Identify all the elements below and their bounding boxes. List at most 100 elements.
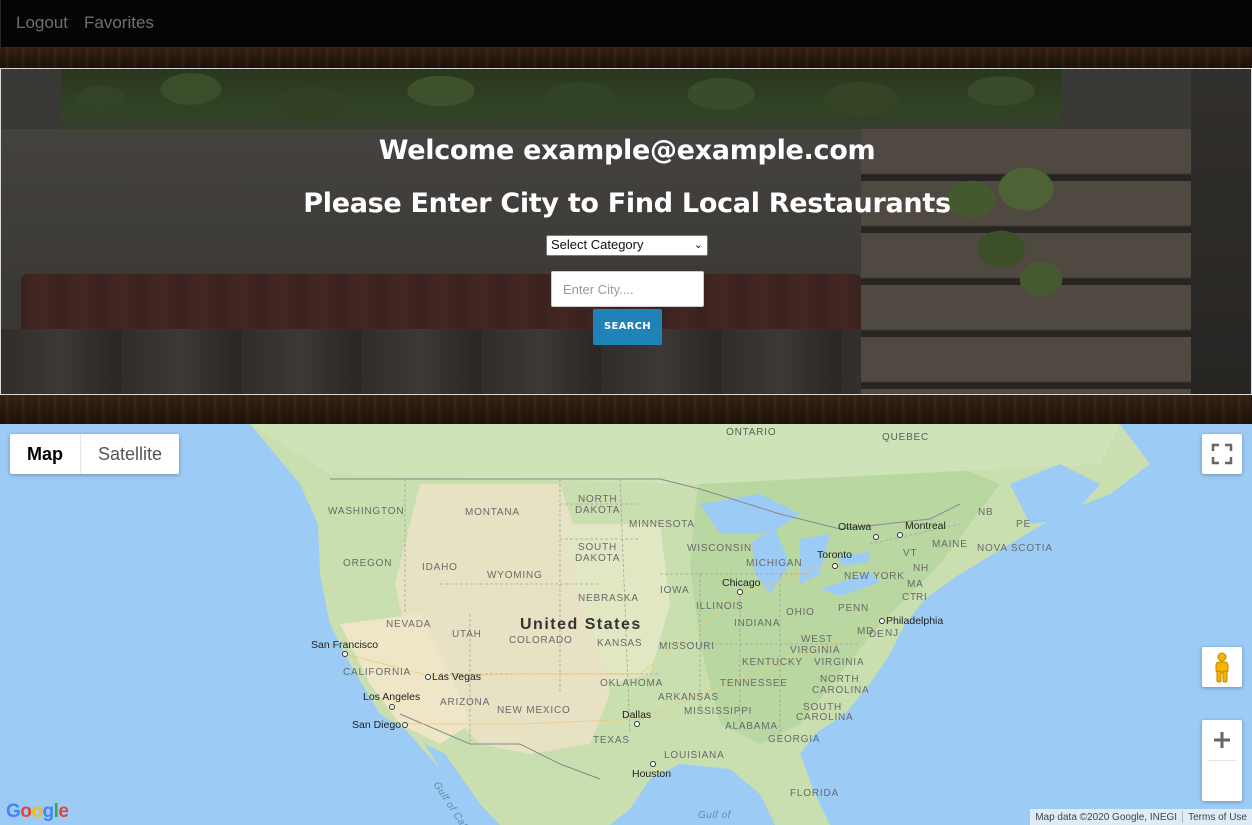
label-north-dakota-1: NORTH bbox=[578, 494, 618, 505]
label-new-hampshire: NH bbox=[913, 563, 930, 574]
logout-link[interactable]: Logout bbox=[16, 13, 68, 33]
map-type-control: Map Satellite bbox=[10, 434, 180, 474]
city-toronto: Toronto bbox=[817, 549, 853, 561]
label-south-dakota-2: DAKOTA bbox=[575, 553, 621, 564]
label-tennessee: TENNESSEE bbox=[720, 678, 788, 689]
label-ohio: OHIO bbox=[786, 607, 815, 618]
favorites-link[interactable]: Favorites bbox=[84, 13, 154, 33]
google-map[interactable]: ONTARIO QUEBEC WASHINGTON MONTANA NORTH … bbox=[0, 424, 1252, 825]
label-utah: UTAH bbox=[452, 629, 482, 640]
label-virginia: VIRGINIA bbox=[814, 657, 865, 668]
label-arizona: ARIZONA bbox=[440, 697, 491, 708]
search-prompt-heading: Please Enter City to Find Local Restaura… bbox=[303, 188, 951, 219]
label-mississippi: MISSISSIPPI bbox=[684, 706, 753, 717]
label-rhode-island: RI bbox=[916, 592, 928, 603]
label-north-dakota-2: DAKOTA bbox=[575, 505, 621, 516]
map-type-satellite-button[interactable]: Satellite bbox=[81, 434, 179, 474]
label-georgia: GEORGIA bbox=[768, 734, 821, 745]
city-marker-ottawa bbox=[873, 534, 879, 540]
city-ottawa: Ottawa bbox=[838, 521, 872, 533]
city-input[interactable]: Enter City.... bbox=[551, 271, 704, 307]
label-new-jersey: NJ bbox=[885, 628, 899, 639]
label-michigan: MICHIGAN bbox=[746, 558, 803, 569]
label-new-mexico: NEW MEXICO bbox=[497, 705, 571, 716]
search-button[interactable]: SEARCH bbox=[593, 309, 662, 345]
street-view-button[interactable] bbox=[1202, 647, 1242, 687]
city-chicago: Chicago bbox=[722, 577, 761, 589]
wood-divider-top bbox=[0, 47, 1252, 68]
label-texas: TEXAS bbox=[593, 735, 630, 746]
minus-icon bbox=[1214, 738, 1230, 742]
label-kentucky: KENTUCKY bbox=[742, 657, 803, 668]
label-nevada: NEVADA bbox=[386, 619, 432, 630]
city-houston: Houston bbox=[632, 768, 672, 780]
zoom-out-button[interactable] bbox=[1202, 738, 1242, 801]
label-new-york: NEW YORK bbox=[844, 571, 905, 582]
city-marker-houston bbox=[650, 761, 656, 767]
label-florida: FLORIDA bbox=[790, 788, 839, 799]
label-missouri: MISSOURI bbox=[659, 641, 715, 652]
label-united-states: United States bbox=[520, 616, 642, 633]
label-wyoming: WYOMING bbox=[487, 570, 543, 581]
city-marker-las-vegas bbox=[425, 674, 431, 680]
label-oklahoma: OKLAHOMA bbox=[600, 678, 664, 689]
label-north-carolina-2: CAROLINA bbox=[812, 685, 870, 696]
chevron-down-icon: ⌄ bbox=[693, 239, 703, 251]
label-alabama: ALABAMA bbox=[725, 721, 778, 732]
label-new-brunswick: NB bbox=[978, 507, 994, 518]
google-logo[interactable]: Google bbox=[6, 801, 69, 823]
city-los-angeles: Los Angeles bbox=[363, 691, 421, 703]
label-quebec: QUEBEC bbox=[882, 432, 930, 443]
label-nebraska: NEBRASKA bbox=[578, 593, 639, 604]
label-minnesota: MINNESOTA bbox=[629, 519, 695, 530]
city-las-vegas: Las Vegas bbox=[432, 671, 482, 683]
city-marker-los-angeles bbox=[389, 704, 395, 710]
fullscreen-icon bbox=[1211, 443, 1233, 465]
city-marker-toronto bbox=[832, 563, 838, 569]
city-marker-dallas bbox=[634, 721, 640, 727]
label-oregon: OREGON bbox=[343, 558, 393, 569]
city-marker-chicago bbox=[737, 589, 743, 595]
fullscreen-button[interactable] bbox=[1202, 434, 1242, 474]
zoom-control bbox=[1202, 720, 1242, 801]
hero-banner: Welcome example@example.com Please Enter… bbox=[0, 68, 1252, 395]
city-marker-san-francisco bbox=[342, 651, 348, 657]
label-ontario: ONTARIO bbox=[726, 427, 777, 438]
label-arkansas: ARKANSAS bbox=[658, 692, 719, 703]
city-san-francisco: San Francisco bbox=[311, 639, 379, 651]
category-select-value: Select Category bbox=[551, 237, 644, 252]
label-gulf-of-mexico: Gulf of bbox=[698, 810, 731, 821]
label-massachusetts: MA bbox=[907, 579, 924, 590]
label-west-virginia-2: VIRGINIA bbox=[790, 645, 841, 656]
label-south-dakota-1: SOUTH bbox=[578, 542, 617, 553]
label-wisconsin: WISCONSIN bbox=[687, 543, 752, 554]
wood-divider-bottom bbox=[0, 395, 1252, 424]
map-type-map-button[interactable]: Map bbox=[10, 434, 81, 474]
label-nova-scotia: NOVA SCOTIA bbox=[977, 543, 1053, 554]
label-illinois: ILLINOIS bbox=[696, 601, 744, 612]
city-marker-san-diego bbox=[402, 722, 408, 728]
label-pennsylvania: PENN bbox=[838, 603, 869, 614]
label-delaware: DE bbox=[869, 629, 885, 640]
city-montreal: Montreal bbox=[905, 520, 946, 532]
terms-of-use-link[interactable]: Terms of Use bbox=[1183, 812, 1252, 823]
welcome-heading: Welcome example@example.com bbox=[378, 135, 876, 166]
map-attribution: Map data ©2020 Google, INEGI Terms of Us… bbox=[1030, 809, 1252, 825]
top-navbar: Logout Favorites bbox=[0, 0, 1252, 47]
label-pei: PE bbox=[1016, 519, 1031, 530]
label-south-carolina-2: CAROLINA bbox=[796, 712, 854, 723]
label-louisiana: LOUISIANA bbox=[664, 750, 725, 761]
category-select[interactable]: Select Category ⌄ bbox=[546, 235, 708, 256]
label-washington: WASHINGTON bbox=[328, 506, 405, 517]
label-indiana: INDIANA bbox=[734, 618, 781, 629]
map-data-text: Map data ©2020 Google, INEGI bbox=[1035, 811, 1178, 823]
label-connecticut: CT bbox=[902, 592, 917, 603]
label-california: CALIFORNIA bbox=[343, 667, 412, 678]
label-west-virginia-1: WEST bbox=[801, 634, 834, 645]
city-marker-montreal bbox=[897, 532, 903, 538]
pegman-icon bbox=[1215, 652, 1229, 683]
label-idaho: IDAHO bbox=[422, 562, 458, 573]
label-iowa: IOWA bbox=[660, 585, 690, 596]
label-colorado: COLORADO bbox=[509, 635, 573, 646]
city-san-diego: San Diego bbox=[352, 719, 402, 731]
